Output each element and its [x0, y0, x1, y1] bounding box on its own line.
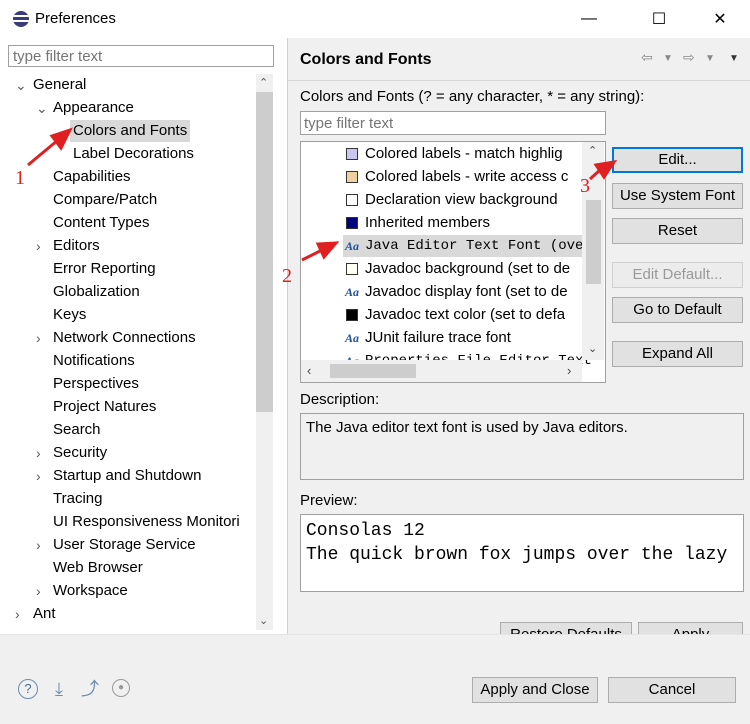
annotation-overlay	[27, 127, 618, 262]
annotation-arrow-1	[27, 138, 59, 167]
annotation-number-2: 2	[282, 265, 292, 287]
annotation-arrowhead-1	[49, 127, 73, 151]
annotation-number-3: 3	[580, 175, 590, 197]
annotation-arrowhead-2	[315, 241, 340, 260]
annotation-number-1: 1	[15, 167, 25, 189]
annotation-arrow-2	[301, 248, 323, 262]
annotation-arrowhead-3	[593, 159, 618, 180]
